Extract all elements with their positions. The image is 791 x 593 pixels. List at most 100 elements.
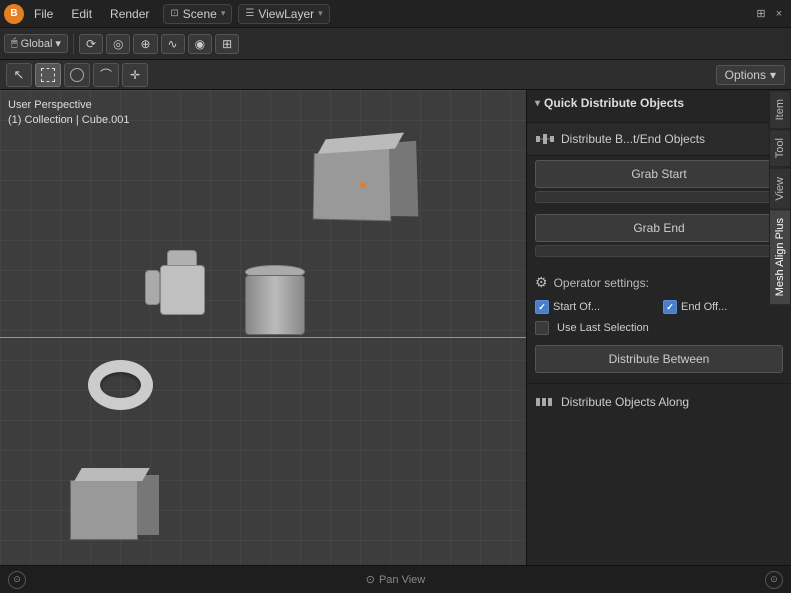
cursor-icon: ↖ — [14, 67, 25, 83]
cylinder-body — [245, 275, 305, 335]
distribute-between-button[interactable]: Distribute Between — [535, 345, 783, 373]
robot-body — [160, 265, 205, 315]
toolbar-separator-1 — [73, 34, 74, 54]
status-bar: ⊙ ⊙ Pan View ⊙ — [0, 565, 791, 593]
mode-bar-right: Options ▾ — [716, 65, 785, 85]
pan-view-label: Pan View — [379, 574, 425, 586]
grab-start-section: Grab Start — [527, 156, 791, 210]
distribute-header: Distribute B...t/End Objects — [527, 123, 791, 156]
main-toolbar: 🖱 Global ▾ ⟳ ◎ ⊕ ∿ ◉ ⊞ — [0, 28, 791, 60]
mode-bar: ↖ ⌒ ✛ Options ▾ — [0, 60, 791, 90]
cursor-icon: 🖱 — [11, 37, 18, 50]
distribute-between-section: Distribute Between — [535, 339, 783, 379]
lasso-select-icon: ⌒ — [100, 66, 112, 83]
tab-tool[interactable]: Tool — [769, 129, 791, 167]
object-origin-dot — [360, 182, 366, 188]
start-offset-item: ✓ Start Of... — [535, 300, 655, 314]
distribute-along-header: Distribute Objects Along — [535, 388, 783, 416]
options-button[interactable]: Options ▾ — [716, 65, 785, 85]
global-dropdown-icon: ▾ — [55, 37, 61, 50]
menu-render[interactable]: Render — [102, 5, 157, 23]
app-icon: B — [4, 4, 24, 24]
global-label: Global — [21, 38, 53, 50]
grab-start-button[interactable]: Grab Start — [535, 160, 783, 188]
tab-view[interactable]: View — [769, 168, 791, 210]
view-options-button[interactable]: ∿ — [161, 34, 185, 54]
end-offset-checkbox[interactable]: ✓ — [663, 300, 677, 314]
status-left-icon: ⊙ — [8, 571, 26, 589]
main-area: User Perspective (1) Collection | Cube.0… — [0, 90, 791, 565]
circle-select-icon — [70, 68, 84, 82]
panel-header-section: ▾ Quick Distribute Objects ⠿ — [527, 90, 791, 123]
viewport-shading-button[interactable]: ◉ — [188, 34, 212, 54]
torus-object[interactable] — [88, 360, 158, 415]
distribute-along-section: Distribute Objects Along — [527, 383, 791, 420]
viewport-3d[interactable]: User Perspective (1) Collection | Cube.0… — [0, 90, 526, 565]
panel-header: ▾ Quick Distribute Objects ⠿ — [535, 96, 783, 110]
scene-selector[interactable]: ⊡ Scene ▾ — [163, 4, 232, 24]
torus-ring — [88, 360, 153, 410]
offset-checkboxes-row: ✓ Start Of... ✓ End Off... — [535, 297, 783, 317]
grab-end-section: Grab End — [527, 210, 791, 264]
tab-item[interactable]: Item — [769, 90, 791, 129]
box-select-icon — [41, 68, 55, 82]
cylinder-object[interactable] — [245, 265, 305, 335]
distribute-label: Distribute B...t/End Objects — [561, 132, 705, 146]
select-lasso-button[interactable]: ⌒ — [93, 63, 119, 87]
grab-start-secondary[interactable] — [535, 191, 783, 203]
panel-title: Quick Distribute Objects — [544, 96, 684, 110]
title-bar: B File Edit Render ⊡ Scene ▾ ☰ ViewLayer… — [0, 0, 791, 28]
grab-end-secondary[interactable] — [535, 245, 783, 257]
scene-label: Scene — [183, 7, 217, 21]
use-last-selection-label: Use Last Selection — [557, 322, 649, 334]
viewlayer-label: ViewLayer — [258, 7, 314, 21]
close-window-button[interactable]: × — [771, 6, 787, 22]
collapse-icon[interactable]: ▾ — [535, 98, 540, 109]
scene-objects — [0, 90, 526, 565]
start-offset-checkbox[interactable]: ✓ — [535, 300, 549, 314]
grab-end-button[interactable]: Grab End — [535, 214, 783, 242]
menu-file[interactable]: File — [26, 5, 61, 23]
select-circle-button[interactable] — [64, 63, 90, 87]
copy-window-button[interactable]: ⊞ — [753, 6, 769, 22]
proportional-icon: ◎ — [113, 37, 123, 51]
transform-move-button[interactable]: ✛ — [122, 63, 148, 87]
distribute-along-icon — [535, 394, 555, 410]
menu-edit[interactable]: Edit — [63, 5, 100, 23]
select-mode-button[interactable]: 🖱 Global ▾ — [4, 34, 68, 53]
move-icon: ✛ — [130, 68, 140, 82]
transform-icon: ⟳ — [86, 37, 96, 51]
select-cursor-button[interactable]: ↖ — [6, 63, 32, 87]
status-center: ⊙ Pan View — [34, 573, 757, 586]
magnet-icon: ⊕ — [140, 37, 150, 51]
overlay-button[interactable]: ⊞ — [215, 34, 239, 54]
transform-button[interactable]: ⟳ — [79, 34, 103, 54]
distribute-along-label: Distribute Objects Along — [561, 395, 689, 409]
options-label: Options — [725, 68, 766, 82]
check-mark-2: ✓ — [666, 302, 674, 313]
shading-icon: ◉ — [195, 37, 205, 51]
options-dropdown-icon: ▾ — [770, 68, 776, 82]
status-right-icon: ⊙ — [765, 571, 783, 589]
gear-icon: ⚙ — [535, 274, 548, 291]
end-offset-label: End Off... — [681, 301, 727, 313]
use-last-selection-checkbox[interactable] — [535, 321, 549, 335]
viewlayer-selector[interactable]: ☰ ViewLayer ▾ — [238, 4, 329, 24]
side-tabs-container: Item Tool View Mesh Align Plus — [769, 90, 791, 306]
snap-button[interactable]: ⊕ — [133, 34, 157, 54]
overlay-icon: ⊞ — [222, 37, 232, 51]
operator-settings-row: ⚙ Operator settings: — [535, 268, 783, 297]
operator-settings-label: Operator settings: — [554, 276, 649, 290]
window-controls: ⊞ × — [753, 6, 787, 22]
cube-top-object[interactable] — [313, 148, 392, 222]
cube-small-object[interactable] — [70, 480, 138, 540]
proportional-button[interactable]: ◎ — [106, 34, 130, 54]
robot-object[interactable] — [140, 250, 230, 330]
right-panel: ▾ Quick Distribute Objects ⠿ Distribute … — [526, 90, 791, 565]
select-box-button[interactable] — [35, 63, 61, 87]
distribute-icon — [535, 129, 555, 149]
end-offset-item: ✓ End Off... — [663, 300, 783, 314]
pan-icon: ⊙ — [366, 573, 375, 586]
use-last-selection-row: Use Last Selection — [535, 317, 783, 339]
tab-mesh-align-plus[interactable]: Mesh Align Plus — [769, 209, 791, 305]
